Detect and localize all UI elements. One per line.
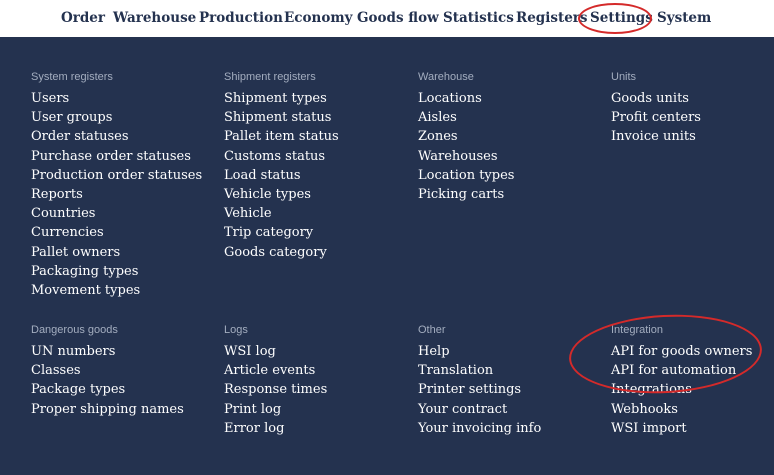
menu-item-webhooks[interactable]: Webhooks bbox=[611, 400, 761, 419]
nav-registers[interactable]: Registers bbox=[516, 0, 588, 37]
menu-item-printer-settings[interactable]: Printer settings bbox=[418, 380, 608, 399]
group-dangerous-goods: Dangerous goods UN numbers Classes Packa… bbox=[31, 322, 221, 419]
group-units: Units Goods units Profit centers Invoice… bbox=[611, 69, 761, 147]
menu-item-zones[interactable]: Zones bbox=[418, 127, 608, 146]
menu-item-shipment-status[interactable]: Shipment status bbox=[224, 108, 414, 127]
menu-item-picking-carts[interactable]: Picking carts bbox=[418, 185, 608, 204]
menu-item-package-types[interactable]: Package types bbox=[31, 380, 221, 399]
menu-item-purchase-order-statuses[interactable]: Purchase order statuses bbox=[31, 147, 221, 166]
menu-item-user-groups[interactable]: User groups bbox=[31, 108, 221, 127]
group-title: Shipment registers bbox=[224, 71, 316, 83]
menu-item-trip-category[interactable]: Trip category bbox=[224, 223, 414, 242]
nav-statistics[interactable]: Statistics bbox=[443, 0, 514, 37]
group-logs: Logs WSI log Article events Response tim… bbox=[224, 322, 414, 438]
menu-item-goods-units[interactable]: Goods units bbox=[611, 89, 761, 108]
menu-item-un-numbers[interactable]: UN numbers bbox=[31, 342, 221, 361]
menu-item-currencies[interactable]: Currencies bbox=[31, 223, 221, 242]
menu-item-wsi-log[interactable]: WSI log bbox=[224, 342, 414, 361]
group-title: System registers bbox=[31, 71, 113, 83]
nav-production[interactable]: Production bbox=[199, 0, 283, 37]
menu-item-customs-status[interactable]: Customs status bbox=[224, 147, 414, 166]
group-title: Logs bbox=[224, 324, 248, 336]
nav-warehouse[interactable]: Warehouse bbox=[113, 0, 196, 37]
menu-item-vehicle[interactable]: Vehicle bbox=[224, 204, 414, 223]
menu-item-integrations[interactable]: Integrations bbox=[611, 380, 761, 399]
group-integration: Integration API for goods owners API for… bbox=[611, 322, 761, 438]
nav-order[interactable]: Order bbox=[61, 0, 105, 37]
menu-item-movement-types[interactable]: Movement types bbox=[31, 281, 221, 300]
menu-item-error-log[interactable]: Error log bbox=[224, 419, 414, 438]
group-system-registers: System registers Users User groups Order… bbox=[31, 69, 221, 300]
menu-item-your-invoicing-info[interactable]: Your invoicing info bbox=[418, 419, 608, 438]
menu-item-pallet-item-status[interactable]: Pallet item status bbox=[224, 127, 414, 146]
menu-item-wsi-import[interactable]: WSI import bbox=[611, 419, 761, 438]
menu-item-order-statuses[interactable]: Order statuses bbox=[31, 127, 221, 146]
group-title: Dangerous goods bbox=[31, 324, 118, 336]
group-other: Other Help Translation Printer settings … bbox=[418, 322, 608, 438]
menu-item-api-for-automation[interactable]: API for automation bbox=[611, 361, 761, 380]
menu-item-api-for-goods-owners[interactable]: API for goods owners bbox=[611, 342, 761, 361]
menu-item-packaging-types[interactable]: Packaging types bbox=[31, 262, 221, 281]
group-title: Units bbox=[611, 71, 637, 83]
menu-item-article-events[interactable]: Article events bbox=[224, 361, 414, 380]
menu-item-proper-shipping-names[interactable]: Proper shipping names bbox=[31, 400, 221, 419]
menu-item-reports[interactable]: Reports bbox=[31, 185, 221, 204]
group-title: Integration bbox=[611, 324, 663, 336]
group-shipment-registers: Shipment registers Shipment types Shipme… bbox=[224, 69, 414, 262]
group-title: Other bbox=[418, 324, 446, 336]
nav-system[interactable]: System bbox=[657, 0, 711, 37]
nav-settings[interactable]: Settings bbox=[590, 0, 653, 37]
menu-item-load-status[interactable]: Load status bbox=[224, 166, 414, 185]
menu-item-invoice-units[interactable]: Invoice units bbox=[611, 127, 761, 146]
menu-item-shipment-types[interactable]: Shipment types bbox=[224, 89, 414, 108]
menu-item-classes[interactable]: Classes bbox=[31, 361, 221, 380]
nav-economy[interactable]: Economy bbox=[284, 0, 352, 37]
menu-item-locations[interactable]: Locations bbox=[418, 89, 608, 108]
menu-item-help[interactable]: Help bbox=[418, 342, 608, 361]
group-title: Warehouse bbox=[418, 71, 474, 83]
menu-item-print-log[interactable]: Print log bbox=[224, 400, 414, 419]
menu-item-goods-category[interactable]: Goods category bbox=[224, 243, 414, 262]
menu-item-vehicle-types[interactable]: Vehicle types bbox=[224, 185, 414, 204]
top-navigation-bar: Order Warehouse Production Economy Goods… bbox=[0, 0, 774, 37]
menu-item-aisles[interactable]: Aisles bbox=[418, 108, 608, 127]
nav-goods-flow[interactable]: Goods flow bbox=[357, 0, 439, 37]
menu-item-location-types[interactable]: Location types bbox=[418, 166, 608, 185]
menu-item-response-times[interactable]: Response times bbox=[224, 380, 414, 399]
menu-item-warehouses[interactable]: Warehouses bbox=[418, 147, 608, 166]
menu-item-production-order-statuses[interactable]: Production order statuses bbox=[31, 166, 221, 185]
menu-item-pallet-owners[interactable]: Pallet owners bbox=[31, 243, 221, 262]
menu-item-translation[interactable]: Translation bbox=[418, 361, 608, 380]
menu-item-your-contract[interactable]: Your contract bbox=[418, 400, 608, 419]
menu-item-profit-centers[interactable]: Profit centers bbox=[611, 108, 761, 127]
menu-item-users[interactable]: Users bbox=[31, 89, 221, 108]
group-warehouse: Warehouse Locations Aisles Zones Warehou… bbox=[418, 69, 608, 204]
menu-item-countries[interactable]: Countries bbox=[31, 204, 221, 223]
